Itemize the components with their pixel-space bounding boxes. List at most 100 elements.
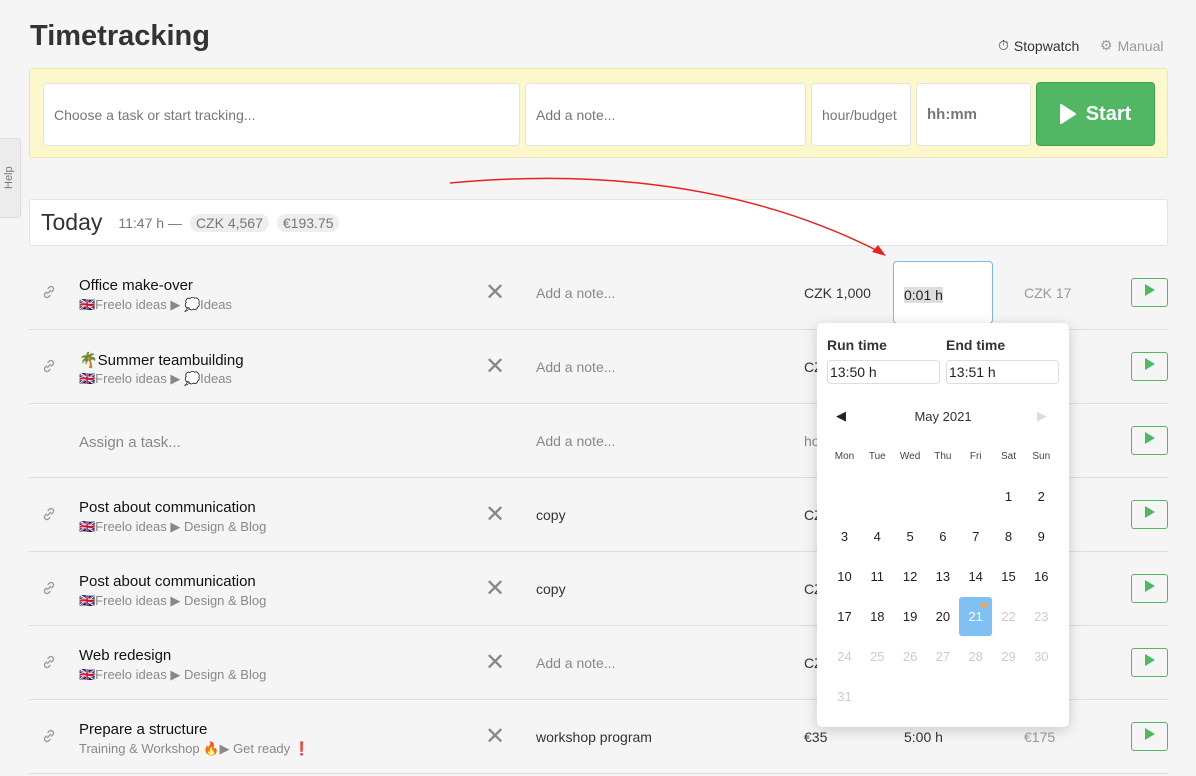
calendar-day: 27 — [935, 649, 951, 664]
page-title: Timetracking — [30, 20, 210, 52]
calendar-day: 22 — [1001, 609, 1016, 624]
calendar-day[interactable]: 1 — [992, 489, 1025, 504]
task-name[interactable]: Assign a task... — [79, 434, 181, 451]
play-icon — [1144, 431, 1156, 450]
link-icon[interactable] — [41, 506, 57, 527]
note-input[interactable]: copy — [536, 507, 566, 523]
task-name[interactable]: 🌴Summer teambuilding — [79, 351, 244, 369]
time-date-popup: Run time End time 13:50 h 13:51 h ◀ May … — [817, 323, 1069, 727]
today-czk-total: CZK 4,567 — [189, 213, 269, 232]
today-dot — [981, 602, 988, 608]
remove-task-icon[interactable]: ✕ — [485, 278, 505, 307]
calendar-day[interactable]: 3 — [828, 529, 861, 544]
play-icon — [1144, 579, 1156, 598]
calendar-day[interactable]: 5 — [894, 529, 927, 544]
calendar-day[interactable]: 7 — [959, 529, 992, 544]
link-icon[interactable] — [41, 358, 57, 379]
rate-value[interactable]: €35 — [804, 729, 827, 745]
calendar-day[interactable]: 10 — [828, 569, 861, 584]
link-icon[interactable] — [41, 654, 57, 675]
calendar-day[interactable]: 4 — [861, 529, 894, 544]
end-time-input[interactable]: 13:51 h — [946, 360, 1059, 384]
duration-value[interactable]: 5:00 h — [904, 729, 943, 745]
link-icon[interactable] — [41, 284, 57, 305]
play-icon — [1144, 357, 1156, 376]
task-input[interactable]: Choose a task or start tracking... — [43, 83, 520, 146]
total-value: €175 — [1024, 729, 1056, 745]
task-name[interactable]: Post about communication — [79, 499, 256, 516]
play-button[interactable] — [1131, 278, 1168, 307]
calendar-day[interactable]: 6 — [926, 529, 959, 544]
task-name[interactable]: Web redesign — [79, 647, 171, 664]
weekday-label: Tue — [868, 451, 886, 462]
duration-value: 0:01 h — [904, 287, 943, 303]
task-path: 🇬🇧Freelo ideas ▶ 💭Ideas — [79, 297, 232, 312]
manual-label: Manual — [1117, 37, 1164, 54]
today-label: Today — [41, 209, 103, 235]
link-icon[interactable] — [41, 580, 57, 601]
remove-task-icon[interactable]: ✕ — [485, 648, 505, 677]
remove-task-icon[interactable]: ✕ — [485, 352, 505, 381]
note-input[interactable]: Add a note... — [536, 433, 615, 449]
remove-task-icon[interactable]: ✕ — [485, 500, 505, 529]
note-input[interactable]: Add a note... — [525, 83, 806, 146]
start-button[interactable]: Start — [1036, 82, 1155, 146]
remove-task-icon[interactable]: ✕ — [485, 722, 505, 751]
help-label: Help — [3, 166, 15, 189]
stopwatch-mode-button[interactable]: ⏱ Stopwatch — [998, 37, 1079, 54]
note-input[interactable]: workshop program — [536, 729, 652, 745]
remove-task-icon[interactable]: ✕ — [485, 574, 505, 603]
calendar-day[interactable]: 17 — [828, 609, 861, 624]
play-button[interactable] — [1131, 574, 1168, 603]
play-button[interactable] — [1131, 352, 1168, 381]
gear-icon: ⚙ — [1100, 37, 1113, 53]
task-path: Training & Workshop 🔥▶ Get ready ❗ — [79, 741, 310, 756]
manual-mode-button[interactable]: ⚙ Manual — [1100, 37, 1163, 54]
play-button[interactable] — [1131, 500, 1168, 529]
calendar-day[interactable]: 9 — [1025, 529, 1058, 544]
link-icon[interactable] — [41, 728, 57, 749]
next-month-button[interactable]: ▶ — [1037, 408, 1047, 424]
calendar-day: 28 — [968, 649, 983, 664]
calendar-day[interactable]: 15 — [992, 569, 1025, 584]
note-input[interactable]: copy — [536, 581, 566, 597]
calendar-day[interactable]: 19 — [894, 609, 927, 624]
note-input[interactable]: Add a note... — [536, 655, 615, 671]
calendar-day[interactable]: 8 — [992, 529, 1025, 544]
rate-value[interactable]: CZK 1,000 — [804, 285, 871, 301]
calendar-day[interactable]: 14 — [959, 569, 992, 584]
calendar-day[interactable]: 21 — [959, 597, 993, 636]
play-button[interactable] — [1131, 426, 1168, 455]
task-name[interactable]: Office make-over — [79, 277, 193, 294]
calendar-day[interactable]: 20 — [926, 609, 959, 624]
calendar-day: 31 — [837, 689, 852, 704]
task-path: 🇬🇧Freelo ideas ▶ 💭Ideas — [79, 371, 232, 386]
end-time-label: End time — [946, 337, 1006, 353]
help-tab[interactable]: Help — [0, 138, 21, 218]
calendar-day[interactable]: 11 — [861, 569, 894, 584]
weekday-label: Sat — [1000, 451, 1016, 462]
duration-input[interactable]: 0:01 h — [893, 261, 993, 324]
weekday-label: Fri — [969, 451, 982, 462]
weekday-label: Sun — [1032, 451, 1051, 462]
play-icon — [1144, 283, 1156, 302]
play-icon — [1144, 653, 1156, 672]
note-input[interactable]: Add a note... — [536, 285, 615, 301]
task-name[interactable]: Prepare a structure — [79, 721, 207, 738]
calendar-day[interactable]: 2 — [1025, 489, 1058, 504]
calendar-day[interactable]: 16 — [1025, 569, 1058, 584]
rate-input[interactable]: hour/budget — [811, 83, 911, 146]
calendar-day[interactable]: 18 — [861, 609, 894, 624]
task-path: 🇬🇧Freelo ideas ▶ Design & Blog — [79, 667, 267, 682]
today-header: Today 11:47 h — CZK 4,567 €193.75 — [29, 199, 1168, 246]
run-time-input[interactable]: 13:50 h — [827, 360, 940, 384]
calendar-day[interactable]: 12 — [894, 569, 927, 584]
time-input[interactable]: hh:mm — [916, 83, 1031, 146]
today-duration: 11:47 h — — [118, 214, 182, 231]
calendar-day[interactable]: 13 — [926, 569, 959, 584]
note-input[interactable]: Add a note... — [536, 359, 615, 375]
task-name[interactable]: Post about communication — [79, 573, 256, 590]
play-button[interactable] — [1131, 648, 1168, 677]
play-button[interactable] — [1131, 722, 1168, 751]
weekday-label: Wed — [899, 451, 921, 462]
